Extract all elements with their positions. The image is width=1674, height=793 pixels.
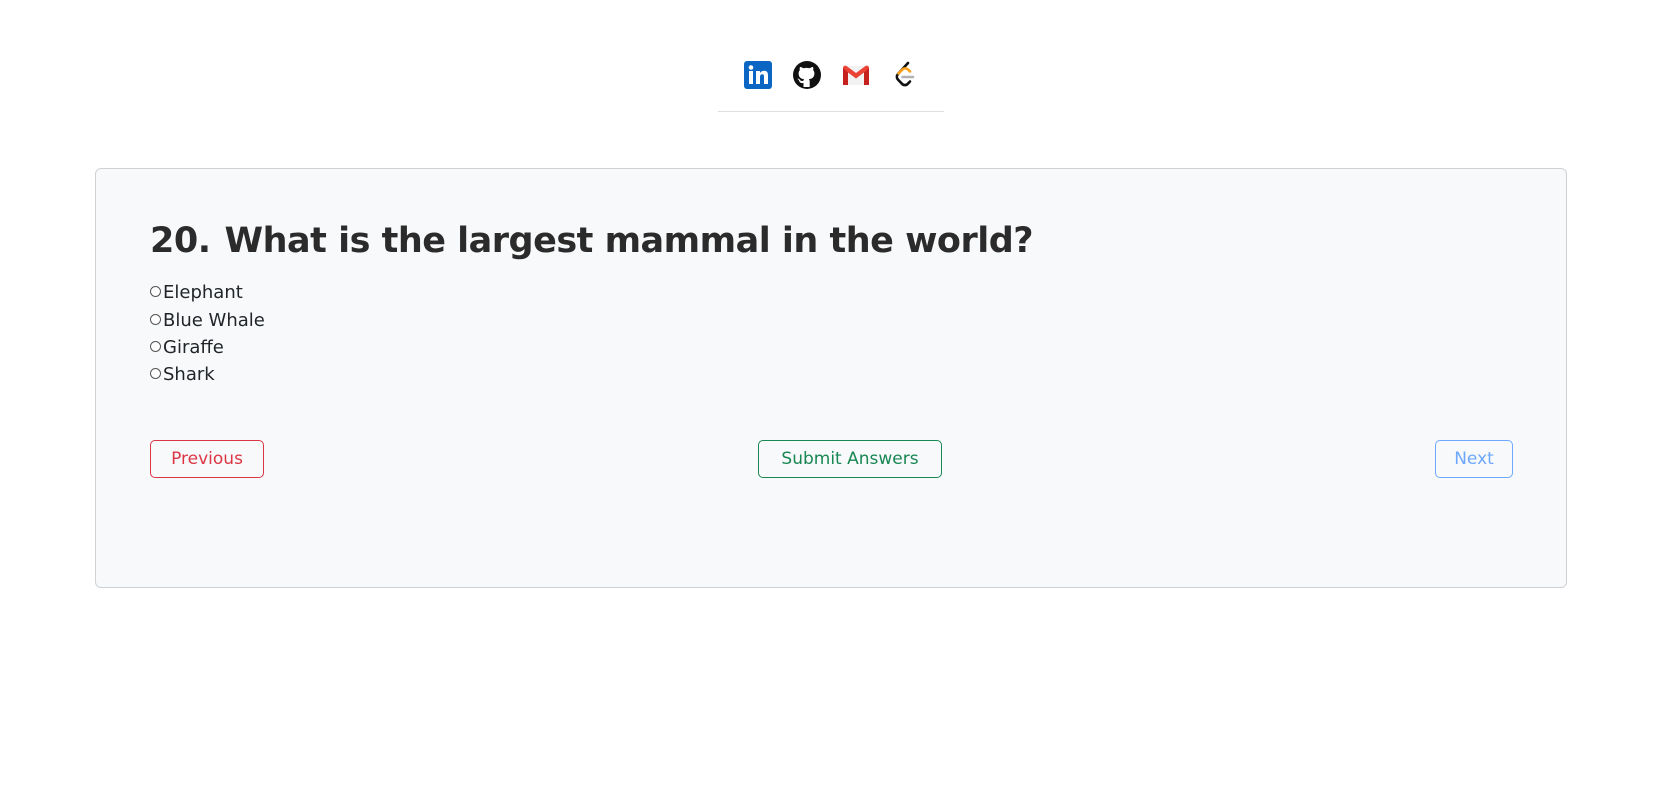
- question-number: 20.: [150, 221, 211, 261]
- github-icon[interactable]: [792, 60, 822, 90]
- quiz-card: 20. What is the largest mammal in the wor…: [95, 168, 1567, 588]
- option-blue-whale[interactable]: Blue Whale: [150, 306, 265, 333]
- next-button[interactable]: Next: [1435, 440, 1513, 478]
- submit-answers-button[interactable]: Submit Answers: [758, 440, 942, 478]
- question-title: 20. What is the largest mammal in the wor…: [150, 221, 1034, 261]
- answer-options: Elephant Blue Whale Giraffe Shark: [150, 279, 265, 389]
- option-label: Blue Whale: [163, 309, 265, 331]
- option-elephant[interactable]: Elephant: [150, 279, 265, 306]
- question-text: What is the largest mammal in the world?: [224, 221, 1034, 261]
- option-shark[interactable]: Shark: [150, 361, 265, 388]
- option-label: Shark: [163, 364, 215, 386]
- gmail-icon[interactable]: [841, 60, 871, 90]
- option-label: Giraffe: [163, 336, 224, 358]
- radio-button[interactable]: [150, 368, 161, 380]
- option-label: Elephant: [163, 282, 243, 304]
- previous-button[interactable]: Previous: [150, 440, 264, 478]
- radio-button[interactable]: [150, 313, 161, 325]
- social-links-bar: [718, 60, 944, 112]
- radio-button[interactable]: [150, 286, 161, 298]
- linkedin-icon[interactable]: [743, 60, 773, 90]
- option-giraffe[interactable]: Giraffe: [150, 334, 265, 361]
- leetcode-icon[interactable]: [890, 60, 920, 90]
- radio-button[interactable]: [150, 340, 161, 352]
